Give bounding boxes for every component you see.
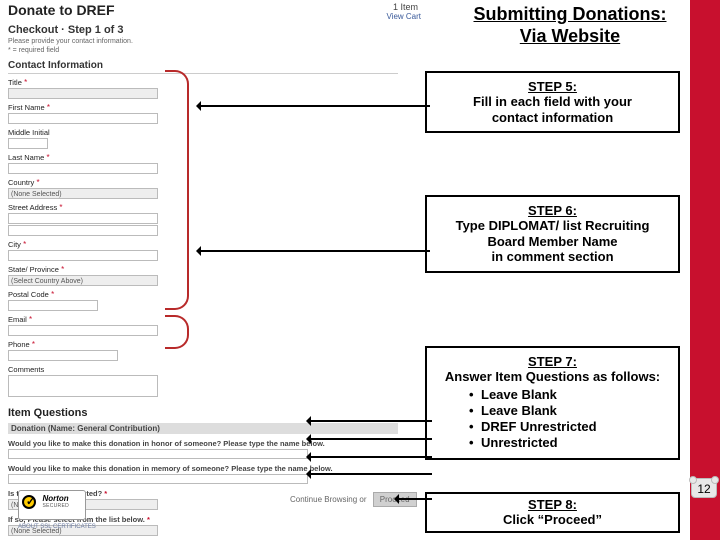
question-1-input[interactable] <box>8 449 308 459</box>
checkmark-icon <box>22 495 36 509</box>
label-email: Email <box>8 315 27 324</box>
arrow-step-7b <box>310 438 432 440</box>
required-note: * = required field <box>8 47 423 54</box>
country-select[interactable]: (None Selected) <box>8 188 158 199</box>
contact-info-header: Contact Information <box>8 60 398 74</box>
view-cart-link[interactable]: View Cart <box>386 12 421 21</box>
step-7-item-3: DREF Unrestricted <box>433 419 672 435</box>
postal-input[interactable] <box>8 300 98 311</box>
step-7-item-2: Leave Blank <box>433 403 672 419</box>
step-8-label: STEP 8: <box>433 497 672 512</box>
arrow-step-6 <box>200 250 430 252</box>
accent-right-bar <box>690 0 720 540</box>
step-6-body: Type DIPLOMAT/ list Recruiting Board Mem… <box>433 218 672 265</box>
donate-header: Donate to DREF <box>8 2 423 18</box>
item-questions-header: Item Questions <box>8 407 423 419</box>
step-8-body: Click “Proceed” <box>433 512 672 528</box>
slide-title: Submitting Donations: Via Website <box>450 4 690 47</box>
step-5-label: STEP 5: <box>433 79 672 94</box>
field-title: Title * <box>8 78 423 99</box>
comments-textarea[interactable] <box>8 375 158 397</box>
step-5-body: Fill in each field with your contact inf… <box>433 94 672 125</box>
checkout-step-note: Please provide your contact information. <box>8 38 423 45</box>
state-select[interactable]: (Select Country Above) <box>8 275 158 286</box>
field-phone: Phone * <box>8 340 423 361</box>
title-select[interactable] <box>8 88 158 99</box>
norton-badge[interactable]: Norton SECURED <box>18 490 86 520</box>
arrow-step-5 <box>200 105 430 107</box>
slide-title-line2: Via Website <box>520 26 620 46</box>
step-7-item-1: Leave Blank <box>433 387 672 403</box>
field-postal: Postal Code * <box>8 290 423 311</box>
cart-item-count: 1 Item <box>393 2 418 12</box>
field-state: State/ Province * (Select Country Above) <box>8 265 423 286</box>
step-7-body: Answer Item Questions as follows: <box>433 369 672 385</box>
slide-title-line1: Submitting Donations: <box>474 4 667 24</box>
label-street-address: Street Address <box>8 203 57 212</box>
step-7-label: STEP 7: <box>433 354 672 369</box>
brace-contact-fields <box>165 70 189 310</box>
field-last-name: Last Name * <box>8 153 423 174</box>
label-postal: Postal Code <box>8 290 49 299</box>
first-name-input[interactable] <box>8 113 158 124</box>
label-phone: Phone <box>8 340 30 349</box>
arrow-step-7a <box>310 420 432 422</box>
field-street-address: Street Address * <box>8 203 423 236</box>
continue-browsing-link[interactable]: Continue Browsing <box>290 495 357 504</box>
step-7-list: Leave Blank Leave Blank DREF Unrestricte… <box>433 387 672 452</box>
arrow-step-7d <box>310 473 432 475</box>
street-address-input[interactable] <box>8 213 158 224</box>
label-state: State/ Province <box>8 265 59 274</box>
question-1-label: Would you like to make this donation in … <box>8 439 398 448</box>
last-name-input[interactable] <box>8 163 158 174</box>
label-comments: Comments <box>8 365 44 374</box>
callout-step-5: STEP 5: Fill in each field with your con… <box>425 71 680 133</box>
arrow-step-8 <box>398 498 432 500</box>
field-comments: Comments <box>8 365 423 397</box>
arrow-step-7c <box>310 456 432 458</box>
label-middle-initial: Middle Initial <box>8 128 50 137</box>
label-first-name: First Name <box>8 103 45 112</box>
callout-step-7: STEP 7: Answer Item Questions as follows… <box>425 346 680 460</box>
req-mark: * <box>22 78 27 87</box>
step-7-item-4: Unrestricted <box>433 435 672 451</box>
label-city: City <box>8 240 21 249</box>
norton-name: Norton <box>42 494 69 503</box>
field-middle-initial: Middle Initial <box>8 128 423 149</box>
email-input[interactable] <box>8 325 158 336</box>
label-last-name: Last Name <box>8 153 44 162</box>
label-country: Country <box>8 178 34 187</box>
brace-comments-field <box>165 315 189 349</box>
or-label: or <box>359 495 366 504</box>
middle-initial-input[interactable] <box>8 138 48 149</box>
field-email: Email * <box>8 315 423 336</box>
step-6-label: STEP 6: <box>433 203 672 218</box>
page-number: 12 <box>691 478 717 498</box>
city-input[interactable] <box>8 250 158 261</box>
question-2-label: Would you like to make this donation in … <box>8 464 398 473</box>
callout-step-8: STEP 8: Click “Proceed” <box>425 492 680 533</box>
phone-input[interactable] <box>8 350 118 361</box>
checkout-step-line: Checkout · Step 1 of 3 <box>8 24 423 36</box>
question-2-input[interactable] <box>8 474 308 484</box>
donation-bar: Donation (Name: General Contribution) <box>8 423 398 434</box>
callout-step-6: STEP 6: Type DIPLOMAT/ list Recruiting B… <box>425 195 680 273</box>
field-country: Country * (None Selected) <box>8 178 423 199</box>
label-title: Title <box>8 78 22 87</box>
street-address-input-2[interactable] <box>8 225 158 236</box>
about-ssl-link[interactable]: ABOUT SSL CERTIFICATES <box>18 524 96 530</box>
norton-sub: SECURED <box>42 503 69 509</box>
